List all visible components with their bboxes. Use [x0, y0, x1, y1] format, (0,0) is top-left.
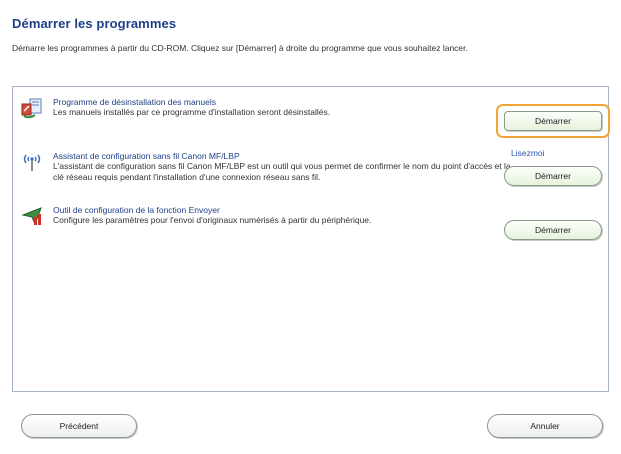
programs-panel: Programme de désinstallation des manuels… [12, 86, 610, 392]
program-description: Les manuels installés par ce programme d… [53, 107, 331, 117]
cancel-button[interactable]: Annuler [487, 414, 603, 438]
readme-link[interactable]: Lisezmoi [511, 148, 545, 158]
program-name: Outil de configuration de la fonction En… [53, 205, 220, 215]
uninstall-manuals-icon [21, 97, 43, 119]
wireless-antenna-icon [21, 151, 43, 173]
start-button-uninstall-manuals[interactable]: Démarrer [504, 111, 602, 131]
program-description: Configure les paramètres pour l'envoi d'… [53, 215, 372, 225]
program-description: L'assistant de configuration sans fil Ca… [53, 161, 511, 182]
start-button-wireless-assistant[interactable]: Démarrer [504, 166, 602, 186]
start-button-send-config[interactable]: Démarrer [504, 220, 602, 240]
send-function-icon [21, 205, 43, 227]
back-button[interactable]: Précédent [21, 414, 137, 438]
installer-window: Démarrer les programmes Démarre les prog… [0, 0, 621, 454]
page-title: Démarrer les programmes [12, 16, 177, 31]
intro-text: Démarre les programmes à partir du CD-RO… [12, 43, 468, 53]
program-name: Programme de désinstallation des manuels [53, 97, 217, 107]
program-name: Assistant de configuration sans fil Cano… [53, 151, 240, 161]
